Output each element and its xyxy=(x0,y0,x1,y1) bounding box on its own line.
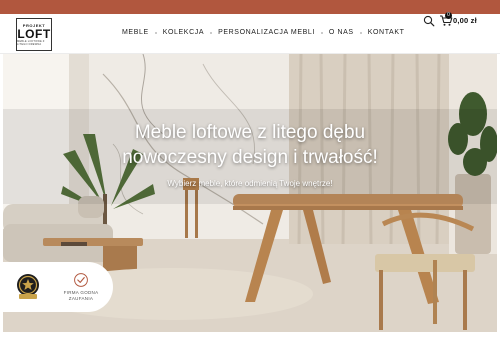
award-seal-icon[interactable] xyxy=(16,273,40,301)
nav-item-kolekcja[interactable]: Kolekcja xyxy=(163,29,204,36)
nav-item-personalizacja[interactable]: Personalizacja mebli xyxy=(218,29,315,36)
trust-badge[interactable]: FIRMA GODNA ZAUFANIA xyxy=(61,272,101,306)
trust-badges-panel: FIRMA GODNA ZAUFANIA xyxy=(3,262,113,312)
cart-count-badge: 0 xyxy=(445,12,452,19)
nav-item-meble[interactable]: Meble xyxy=(122,29,149,36)
hero-title-line-2: nowoczesny design i trwałość! xyxy=(122,147,378,168)
nav-separator xyxy=(359,31,362,34)
logo-tagline: MEBLE LOFTOWE Z LITEGO DREWNA xyxy=(17,40,45,46)
hero-title: Meble loftowe z litego dębu nowoczesny d… xyxy=(3,120,497,170)
search-icon[interactable] xyxy=(423,15,435,27)
site-logo[interactable]: PROJEKT LOFT MEBLE LOFTOWE Z LITEGO DREW… xyxy=(16,18,52,51)
logo-main-text: LOFT xyxy=(17,27,51,41)
nav-item-o-nas[interactable]: O nas xyxy=(329,29,354,36)
main-nav: Meble Kolekcja Personalizacja mebli O na… xyxy=(122,29,404,36)
nav-item-kontakt[interactable]: Kontakt xyxy=(368,29,405,36)
hero-title-line-1: Meble loftowe z litego dębu xyxy=(134,122,366,143)
nav-separator xyxy=(154,31,157,34)
trust-logo-icon xyxy=(74,273,88,287)
hero-subtitle: Wybierz meble, które odmienią Twoje wnęt… xyxy=(167,179,333,188)
page-bottom-strip xyxy=(0,332,500,348)
top-accent-bar xyxy=(0,0,500,14)
trust-badge-line-1: FIRMA GODNA xyxy=(63,290,99,295)
cart-total[interactable]: 0,00 zł xyxy=(453,16,477,25)
nav-separator xyxy=(210,31,213,34)
nav-separator xyxy=(320,31,323,34)
trust-badge-line-2: ZAUFANIA xyxy=(68,295,94,301)
